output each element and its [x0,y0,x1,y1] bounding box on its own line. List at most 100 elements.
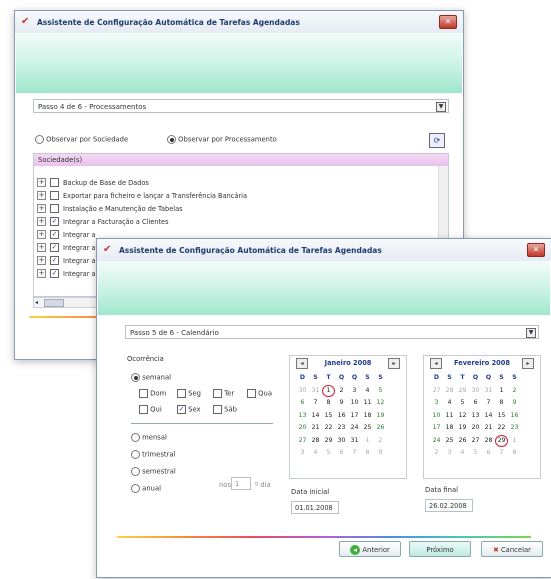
item-checkbox[interactable] [50,204,59,213]
weekday-dom[interactable]: Dom [139,389,166,398]
calendar-day[interactable]: 13 [296,410,309,423]
calendar-day[interactable]: 8 [508,447,521,460]
calendar-day[interactable]: 9 [335,397,348,410]
expand-icon[interactable]: + [37,178,46,187]
calendar-day[interactable]: 3 [296,447,309,460]
every-day-field[interactable]: 1 [231,477,251,490]
calendar-day[interactable]: 13 [469,410,482,423]
scroll-left-icon[interactable]: ◂ [35,298,38,307]
calendar-day[interactable]: 1 [508,435,521,448]
calendar-day[interactable]: 9 [374,447,387,460]
calendar-day[interactable]: 4 [361,385,374,398]
calendar-day[interactable]: 15 [495,410,508,423]
radio-mensal[interactable]: mensal [131,433,167,442]
radio-trimestral[interactable]: trimestral [131,450,175,459]
back-step-select[interactable]: Passo 4 de 6 - Processamentos ▼ [33,99,449,113]
calendar-day[interactable]: 1 [361,435,374,448]
calendar-day[interactable]: 29 [456,385,469,398]
list-item[interactable]: + ✓ Integrar a [37,230,96,239]
front-close-button[interactable]: ✕ [527,243,545,257]
weekday-ter-checkbox[interactable] [213,389,222,398]
calendar-day[interactable]: 17 [430,422,443,435]
horizontal-scrollbar-thumb[interactable] [44,299,64,307]
item-checkbox-checked[interactable]: ✓ [50,217,59,226]
item-checkbox[interactable] [50,178,59,187]
calendar-day[interactable]: 27 [430,385,443,398]
calendar-day[interactable]: 2 [374,435,387,448]
list-item[interactable]: + Exportar para ficheiro e lançar a Tran… [37,191,247,200]
calendar-day[interactable]: 28 [482,435,495,448]
calendar-day[interactable]: 22 [495,422,508,435]
list-item[interactable]: + Backup de Base de Dados [37,178,149,187]
calendar-day[interactable]: 29 [495,434,508,447]
item-checkbox-checked[interactable]: ✓ [50,256,59,265]
front-step-select[interactable]: Passo 5 de 6 - Calendário ▼ [125,325,539,339]
expand-icon[interactable]: + [37,217,46,226]
calendar-day[interactable]: 14 [482,410,495,423]
radio-processamento[interactable]: Observar por Processamento [167,135,277,144]
calendar-day[interactable]: 12 [374,397,387,410]
weekday-ter[interactable]: Ter [213,389,234,398]
calendar-day[interactable]: 5 [374,385,387,398]
end-date-field[interactable]: 26.02.2008 [425,499,473,512]
list-item[interactable]: + ✓ Integrar a Facturação a Clientes [37,217,169,226]
back-button[interactable]: ◂ Anterior [339,541,401,557]
calendar-day[interactable]: 3 [443,447,456,460]
calendar-day[interactable]: 10 [430,410,443,423]
calendar-day[interactable]: 7 [495,447,508,460]
calendar-day[interactable]: 10 [348,397,361,410]
calendar-day[interactable]: 8 [495,397,508,410]
calendar-day[interactable]: 5 [469,447,482,460]
weekday-qua[interactable]: Qua [247,389,272,398]
calendar-day[interactable]: 14 [309,410,322,423]
weekday-sab-checkbox[interactable] [213,405,222,414]
radio-semestral-circle[interactable] [131,467,140,476]
calendar-day[interactable]: 5 [322,447,335,460]
calendar-day[interactable]: 6 [469,397,482,410]
calendar-day[interactable]: 21 [482,422,495,435]
calendar-day[interactable]: 28 [309,435,322,448]
weekday-qui-checkbox[interactable] [139,405,148,414]
calendar-day[interactable]: 4 [456,447,469,460]
calendar-day[interactable]: 31 [309,385,322,398]
weekday-seg[interactable]: Seg [177,389,201,398]
calendar-day[interactable]: 2 [508,385,521,398]
calendar-day[interactable]: 29 [322,435,335,448]
calendar-day[interactable]: 30 [335,435,348,448]
radio-semanal-circle[interactable] [131,373,140,382]
calendar-day[interactable]: 6 [335,447,348,460]
radio-anual[interactable]: anual [131,484,161,493]
calendar-day[interactable]: 31 [348,435,361,448]
radio-trimestral-circle[interactable] [131,450,140,459]
calendar-day[interactable]: 18 [361,410,374,423]
calendar-day[interactable]: 19 [374,410,387,423]
calendar-day[interactable]: 2 [430,447,443,460]
calendar-day[interactable]: 16 [508,410,521,423]
calendar-day[interactable]: 15 [322,410,335,423]
radio-mensal-circle[interactable] [131,433,140,442]
chevron-down-icon[interactable]: ▼ [526,328,536,338]
calendar-day[interactable]: 1 [495,385,508,398]
calendar-day[interactable]: 31 [482,385,495,398]
calendar-day[interactable]: 11 [443,410,456,423]
expand-icon[interactable]: + [37,230,46,239]
cancel-button[interactable]: ✖ Cancelar [481,541,543,557]
list-item[interactable]: + ✓ Integrar a [37,269,96,278]
calendar-day[interactable]: 8 [361,447,374,460]
calendar-day[interactable]: 18 [443,422,456,435]
calendar-day[interactable]: 25 [443,435,456,448]
calendar-day[interactable]: 20 [296,422,309,435]
weekday-sab[interactable]: Sáb [213,405,237,414]
calendar-day[interactable]: 16 [335,410,348,423]
calendar-next-button[interactable]: ▸ [522,358,534,369]
list-item[interactable]: + ✓ Integrar a [37,243,96,252]
calendar-day[interactable]: 6 [482,447,495,460]
calendar-day[interactable]: 19 [456,422,469,435]
radio-sociedade-circle[interactable] [35,135,44,144]
radio-processamento-circle[interactable] [167,135,176,144]
calendar-day[interactable]: 21 [309,422,322,435]
weekday-sex-checkbox[interactable]: ✓ [177,405,186,414]
start-date-field[interactable]: 01.01.2008 [291,501,339,514]
radio-sociedade[interactable]: Observar por Sociedade [35,135,128,144]
calendar-day[interactable]: 7 [482,397,495,410]
